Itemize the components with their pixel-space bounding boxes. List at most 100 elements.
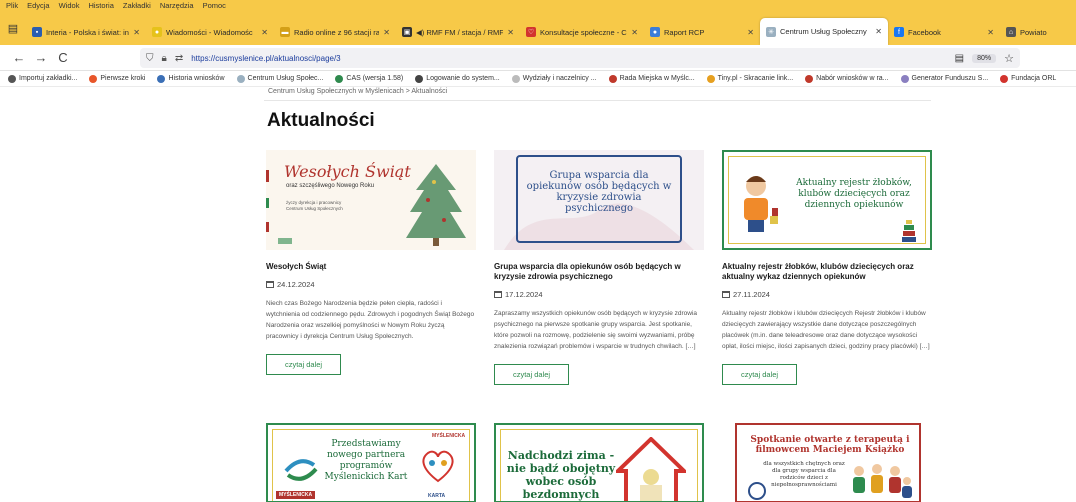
news-card: Spotkanie otwarte z terapeutą i filmowce… — [735, 423, 921, 502]
browser-tab[interactable]: ▣ ◀) RMF FM / stacja / RMF ✕ — [396, 19, 520, 45]
bookmark-item[interactable]: Importuj zakładki... — [8, 74, 77, 83]
menu-item[interactable]: Historia — [88, 0, 113, 12]
tab-favicon-icon: ● — [152, 27, 162, 37]
tab-favicon-icon: ▣ — [402, 27, 412, 37]
calendar-icon — [722, 291, 730, 298]
zoom-level[interactable]: 80% — [972, 53, 997, 63]
browser-tab[interactable]: f Facebook ✕ — [888, 19, 1000, 45]
bookmark-item[interactable]: Fundacja ORL — [1000, 74, 1057, 83]
read-more-button[interactable]: czytaj dalej — [266, 354, 341, 375]
browser-tab[interactable]: ⌂ Powiato — [1000, 19, 1060, 45]
menu-item[interactable]: Pomoc — [203, 0, 226, 12]
close-tab-icon[interactable]: ✕ — [383, 28, 390, 37]
reload-icon[interactable]: C — [52, 47, 74, 69]
url-bar[interactable]: ⛉ 🔒︎ ⇄ https://cusmyslenice.pl/aktualnos… — [140, 48, 1020, 68]
bookmark-favicon-icon — [900, 74, 909, 83]
reader-view-icon[interactable]: ▤ — [955, 53, 964, 64]
close-tab-icon[interactable]: ✕ — [261, 28, 268, 37]
browser-tab[interactable]: ● Raport RCP ✕ — [644, 19, 760, 45]
menu-item[interactable]: Narzędzia — [160, 0, 194, 12]
bookmark-item[interactable]: Rada Miejska w Myślc... — [608, 74, 695, 83]
browser-tab[interactable]: ● Wiadomości - Wiadomośc ✕ — [146, 19, 274, 45]
bookmark-star-icon[interactable]: ☆ — [1004, 52, 1014, 65]
browser-tab[interactable]: ▪ Interia - Polska i świat: info ✕ — [26, 19, 146, 45]
url-text[interactable]: https://cusmyslenice.pl/aktualnosci/page… — [191, 54, 340, 63]
bookmark-item[interactable]: Pierwsze kroki — [89, 74, 145, 83]
news-card: Przedstawiamy nowego partnera programów … — [266, 423, 476, 502]
partner-tag: MYŚLENICKA — [432, 433, 466, 439]
news-thumbnail[interactable]: Spotkanie otwarte z terapeutą i filmowce… — [735, 423, 921, 502]
close-tab-icon[interactable]: ✕ — [133, 28, 140, 37]
thumb-heading: Wesołych Świąt — [284, 162, 411, 181]
menu-item[interactable]: Zakładki — [123, 0, 151, 12]
news-thumbnail[interactable]: Aktualny rejestr żłobków, klubów dziecię… — [722, 150, 932, 250]
bookmark-favicon-icon — [1000, 74, 1009, 83]
news-thumbnail[interactable]: Wesołych Świąt oraz szczęśliwego Nowego … — [266, 150, 476, 250]
bookmark-item[interactable]: Wydziały i naczelnicy ... — [511, 74, 597, 83]
menu-item[interactable]: Plik — [6, 0, 18, 12]
tab-title: Interia - Polska i świat: info — [46, 27, 130, 37]
bookmark-item[interactable]: Historia wniosków — [157, 74, 225, 83]
bookmark-favicon-icon — [608, 74, 617, 83]
shield-icon[interactable]: ⛉ — [146, 53, 154, 64]
news-title[interactable]: Aktualny rejestr żłobków, klubów dziecię… — [722, 262, 932, 282]
news-date: 24.12.2024 — [266, 280, 476, 289]
forward-arrow-icon[interactable]: → — [30, 47, 52, 69]
close-tab-icon[interactable]: ✕ — [507, 28, 514, 37]
tab-list-icon[interactable]: ▤ — [0, 12, 26, 45]
bookmark-item[interactable]: Tiny.pl - Skracanie link... — [706, 74, 794, 83]
bookmark-label: Centrum Usług Społec... — [247, 75, 324, 82]
bookmark-label: Tiny.pl - Skracanie link... — [717, 75, 794, 82]
navigation-bar: ← → C ⛉ 🔒︎ ⇄ https://cusmyslenice.pl/akt… — [0, 45, 1076, 71]
family-heart-icon — [422, 450, 454, 483]
news-date-text: 27.11.2024 — [733, 290, 770, 299]
bookmark-label: Rada Miejska w Myślc... — [619, 75, 695, 82]
browser-tab[interactable]: ♡ Konsultacje społeczne - Cl ✕ — [520, 19, 644, 45]
news-excerpt: Zapraszamy wszystkich opiekunów osób będ… — [494, 310, 698, 350]
child-playing-icon — [744, 176, 778, 232]
bookmark-item[interactable]: Generator Funduszu S... — [900, 74, 989, 83]
calendar-icon — [494, 291, 502, 298]
news-title[interactable]: Grupa wsparcia dla opiekunów osób będący… — [494, 262, 704, 282]
thumb-heading: Spotkanie otwarte z terapeutą i filmowce… — [750, 435, 910, 455]
close-tab-icon[interactable]: ✕ — [631, 28, 638, 37]
tab-favicon-icon: ♡ — [526, 27, 536, 37]
bookmark-favicon-icon — [89, 74, 98, 83]
bookmark-label: Nabór wniosków w ra... — [816, 75, 889, 82]
permissions-icon[interactable]: ⇄ — [175, 53, 183, 64]
news-thumbnail[interactable]: Nadchodzi zima - nie bądź obojętny wobec… — [494, 423, 704, 502]
close-tab-icon[interactable]: ✕ — [987, 28, 994, 37]
tab-title: Radio online z 96 stacji rad — [294, 27, 380, 37]
news-date-text: 24.12.2024 — [277, 280, 315, 289]
read-more-button[interactable]: czytaj dalej — [722, 364, 797, 385]
bookmark-label: Generator Funduszu S... — [911, 75, 989, 82]
breadcrumb[interactable]: Centrum Usług Społecznych w Myślenicach … — [268, 88, 447, 95]
bookmark-favicon-icon — [157, 74, 166, 83]
menu-item[interactable]: Widok — [59, 0, 80, 12]
news-thumbnail[interactable]: Przedstawiamy nowego partnera programów … — [266, 423, 476, 502]
read-more-button[interactable]: czytaj dalej — [494, 364, 569, 385]
news-excerpt: Niech czas Bożego Narodzenia będzie pełe… — [266, 300, 475, 340]
bookmark-item[interactable]: Logowanie do system... — [415, 74, 500, 83]
bookmark-item[interactable]: Nabór wniosków w ra... — [805, 74, 889, 83]
menu-bar: Plik Edycja Widok Historia Zakładki Narzędzia… — [0, 0, 1076, 12]
thumb-heading: Przedstawiamy nowego partnera programów … — [324, 439, 408, 482]
close-tab-icon[interactable]: ✕ — [747, 28, 754, 37]
lock-icon[interactable]: 🔒︎ — [162, 53, 167, 64]
news-title[interactable]: Wesołych Świąt — [266, 262, 476, 272]
browser-tab[interactable]: ✳ Centrum Usług Społeczny ✕ — [760, 18, 888, 45]
bookmark-item[interactable]: Centrum Usług Społec... — [236, 74, 324, 83]
browser-tab[interactable]: ▬ Radio online z 96 stacji rad ✕ — [274, 19, 396, 45]
thumb-subheading: dla wszystkich chętnych oraz dla grupy w… — [763, 461, 845, 488]
bookmark-label: Fundacja ORL — [1011, 75, 1057, 82]
thumb-subheading: oraz szczęśliwego Nowego Roku — [286, 183, 375, 189]
bookmark-item[interactable]: CAS (wersja 1.58) — [335, 74, 403, 83]
menu-item[interactable]: Edycja — [27, 0, 50, 12]
bookmark-favicon-icon — [511, 74, 520, 83]
back-arrow-icon[interactable]: ← — [8, 47, 30, 69]
close-tab-icon[interactable]: ✕ — [875, 27, 882, 36]
thumb-heading: Nadchodzi zima - nie bądź obojętny wobec… — [506, 449, 616, 501]
news-thumbnail[interactable]: Grupa wsparcia dla opiekunów osób będący… — [494, 150, 704, 250]
partner-tag: KARTA — [428, 493, 446, 499]
bookmark-favicon-icon — [415, 74, 424, 83]
